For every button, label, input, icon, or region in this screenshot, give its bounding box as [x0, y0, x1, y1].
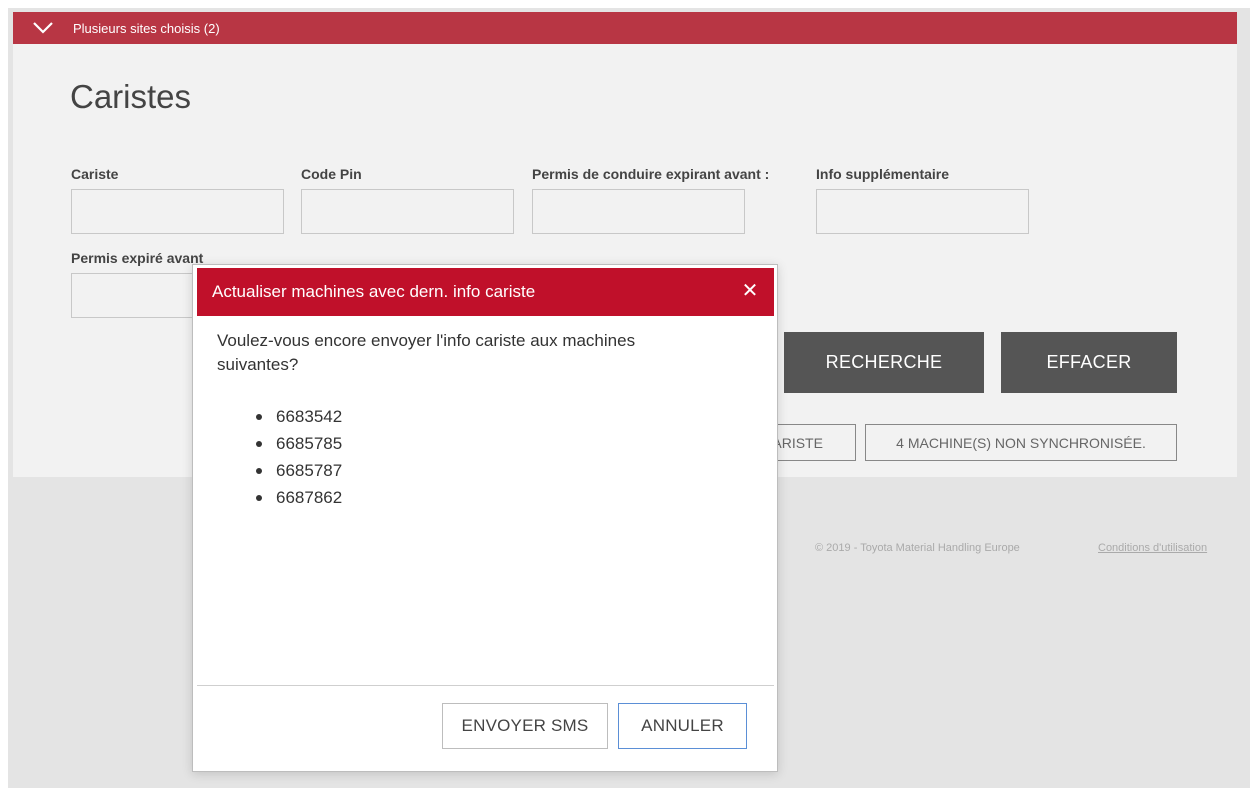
permis-expirant-label: Permis de conduire expirant avant : — [532, 166, 770, 182]
code-pin-input[interactable] — [301, 189, 514, 234]
site-selector-bar[interactable]: Plusieurs sites choisis (2) — [13, 12, 1237, 44]
close-icon[interactable]: ✕ — [740, 281, 760, 301]
footer-terms-link[interactable]: Conditions d'utilisation — [1098, 542, 1207, 554]
permis-expire-label: Permis expiré avant — [71, 250, 204, 266]
cariste-input[interactable] — [71, 189, 284, 234]
chevron-down-icon[interactable] — [13, 22, 73, 34]
update-machines-dialog: Actualiser machines avec dern. info cari… — [192, 264, 778, 772]
cancel-button[interactable]: ANNULER — [618, 703, 747, 749]
machine-list: 6683542 6685785 6685787 6687862 — [250, 403, 342, 511]
info-supp-input[interactable] — [816, 189, 1029, 234]
page-title: Caristes — [70, 78, 192, 115]
permis-expirant-input[interactable] — [532, 189, 745, 234]
list-item: 6685785 — [250, 430, 342, 457]
dialog-title: Actualiser machines avec dern. info cari… — [212, 282, 536, 301]
clear-button[interactable]: EFFACER — [1001, 332, 1177, 393]
site-selector-label: Plusieurs sites choisis (2) — [73, 20, 220, 36]
dialog-header: Actualiser machines avec dern. info cari… — [197, 268, 774, 316]
list-item: 6683542 — [250, 403, 342, 430]
list-item: 6685787 — [250, 457, 342, 484]
dialog-divider — [197, 685, 774, 686]
info-supp-label: Info supplémentaire — [816, 166, 950, 182]
search-button[interactable]: RECHERCHE — [784, 332, 984, 393]
cariste-label: Cariste — [71, 166, 119, 182]
list-item: 6687862 — [250, 484, 342, 511]
code-pin-label: Code Pin — [301, 166, 362, 182]
footer-copyright: © 2019 - Toyota Material Handling Europe — [815, 542, 1020, 554]
dialog-message: Voulez-vous encore envoyer l'info carist… — [217, 331, 636, 374]
unsynced-machines-button[interactable]: 4 MACHINE(S) NON SYNCHRONISÉE. — [865, 424, 1177, 461]
send-sms-button[interactable]: ENVOYER SMS — [442, 703, 608, 749]
